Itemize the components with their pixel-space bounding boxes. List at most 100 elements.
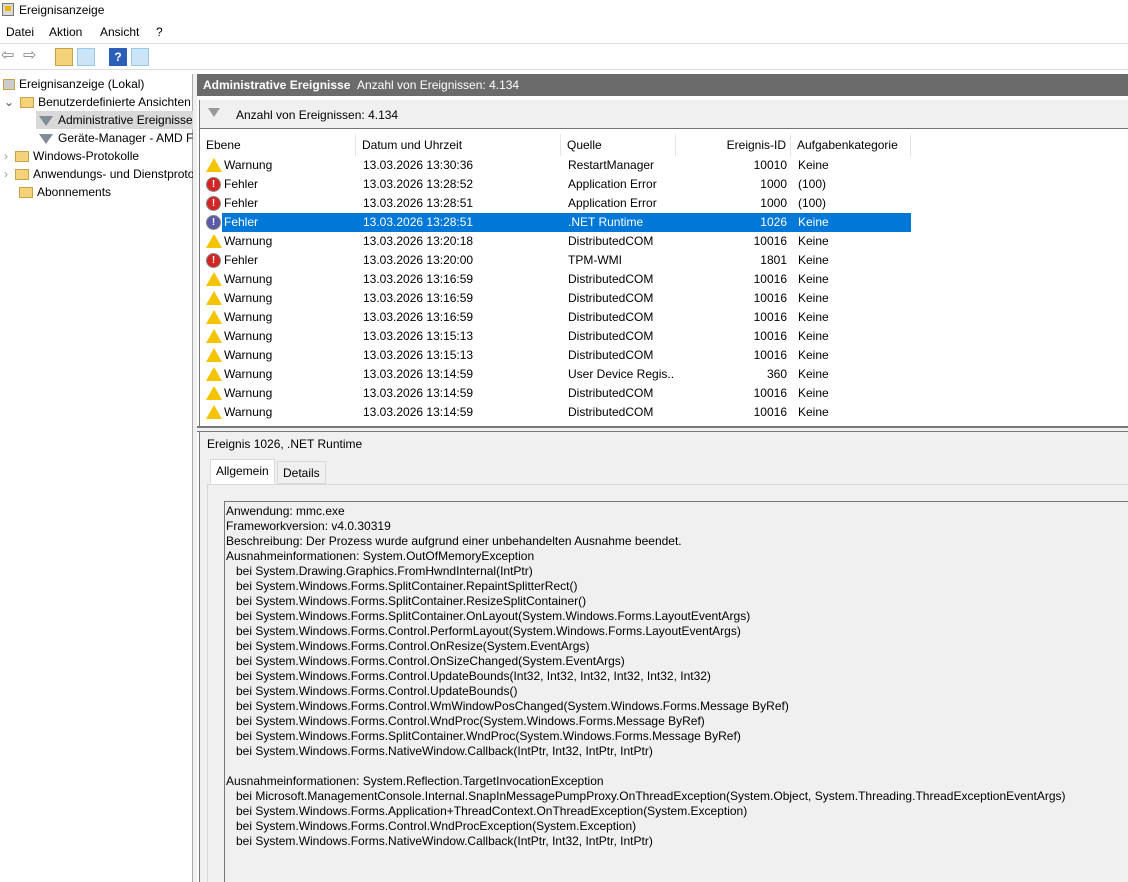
cell-date: 13.03.2026 13:28:51: [363, 215, 474, 229]
cell-date: 13.03.2026 13:30:36: [363, 158, 474, 172]
table-row[interactable]: Warnung 13.03.2026 13:20:18 DistributedCOM…: [200, 232, 911, 251]
tree-item-windows-logs[interactable]: › Windows-Protokolle: [4, 147, 139, 165]
cell-source: DistributedCOM: [568, 234, 654, 248]
help-icon[interactable]: ?: [109, 48, 127, 66]
tree-item-custom-views[interactable]: ⌄ Benutzerdefinierte Ansichten: [4, 93, 191, 111]
table-row[interactable]: Warnung 13.03.2026 13:14:59 DistributedCOM…: [200, 384, 911, 403]
tree-root-label: Ereignisanzeige (Lokal): [19, 77, 145, 91]
up-folder-icon[interactable]: [55, 48, 73, 66]
error-icon: !: [206, 196, 221, 211]
tree-root[interactable]: Ereignisanzeige (Lokal): [3, 75, 144, 93]
folder-icon: [19, 187, 33, 199]
cell-category: Keine: [798, 348, 829, 362]
table-row[interactable]: ! Fehler 13.03.2026 13:28:52 Application Er…: [200, 175, 911, 194]
cell-category: (100): [798, 177, 827, 191]
cell-source: DistributedCOM: [568, 329, 654, 343]
cell-category: Keine: [798, 158, 829, 172]
table-row[interactable]: ! Fehler 13.03.2026 13:20:00 TPM-WMI 1801 Kei…: [200, 251, 911, 270]
cell-source: DistributedCOM: [568, 348, 654, 362]
table-row[interactable]: Warnung 13.03.2026 13:15:13 DistributedCOM…: [200, 346, 911, 365]
cell-source: Application Error: [568, 177, 657, 191]
event-detail-title: Ereignis 1026, .NET Runtime: [207, 437, 363, 451]
forward-icon[interactable]: ⇨: [23, 48, 41, 66]
cell-category: Keine: [798, 253, 829, 267]
table-row[interactable]: Warnung 13.03.2026 13:14:59 DistributedCOM…: [200, 403, 911, 422]
cell-event-id: 10016: [753, 272, 787, 286]
cell-event-id: 10010: [753, 158, 787, 172]
show-hide-tree-icon[interactable]: [77, 48, 95, 66]
cell-date: 13.03.2026 13:20:18: [363, 234, 474, 248]
event-count: Anzahl von Ereignissen: 4.134: [357, 78, 520, 92]
tree-item-subscriptions[interactable]: Abonnements: [19, 183, 111, 201]
menu-ansicht[interactable]: Ansicht: [100, 25, 139, 39]
back-icon[interactable]: ⇦: [1, 48, 19, 66]
tab-allgemein[interactable]: Allgemein: [210, 459, 275, 484]
tree-item-admin-events[interactable]: Administrative Ereignisse: [36, 111, 193, 129]
cell-event-id: 1000: [760, 196, 787, 210]
menu-aktion[interactable]: Aktion: [49, 25, 82, 39]
table-row[interactable]: Warnung 13.03.2026 13:16:59 DistributedCOM…: [200, 289, 911, 308]
column-header-date[interactable]: Datum und Uhrzeit: [356, 134, 561, 156]
cell-category: Keine: [798, 215, 829, 229]
cell-source: DistributedCOM: [568, 310, 654, 324]
cell-level: Warnung: [224, 158, 273, 172]
warning-icon: [206, 291, 222, 305]
cell-level: Warnung: [224, 386, 273, 400]
toolbar: ⇦ ⇨ ?: [0, 43, 1128, 70]
show-hide-action-icon[interactable]: [131, 48, 149, 66]
cell-source: .NET Runtime: [568, 215, 644, 229]
cell-event-id: 10016: [753, 386, 787, 400]
cell-source: DistributedCOM: [568, 291, 654, 305]
menu-help[interactable]: ?: [156, 25, 163, 39]
tree-label: Anwendungs- und Dienstprotokolle: [33, 167, 193, 181]
warning-icon: [206, 310, 222, 324]
cell-date: 13.03.2026 13:16:59: [363, 291, 474, 305]
cell-date: 13.03.2026 13:16:59: [363, 310, 474, 324]
event-description[interactable]: Anwendung: mmc.exe Frameworkversion: v4.…: [224, 501, 1128, 882]
window-title: Ereignisanzeige: [19, 3, 105, 17]
warning-icon: [206, 405, 222, 419]
cell-level: Warnung: [224, 329, 273, 343]
cell-date: 13.03.2026 13:16:59: [363, 272, 474, 286]
tree-item-app-logs[interactable]: › Anwendungs- und Dienstprotokolle: [4, 165, 193, 183]
table-row[interactable]: ! Fehler 13.03.2026 13:28:51 .NET Runtime 10…: [200, 213, 911, 232]
column-header-category[interactable]: Aufgabenkategorie: [791, 134, 911, 156]
folder-icon: [15, 151, 29, 163]
tree-label: Benutzerdefinierte Ansichten: [38, 95, 191, 109]
cell-category: Keine: [798, 329, 829, 343]
cell-level: Warnung: [224, 234, 273, 248]
chevron-right-icon[interactable]: ›: [4, 149, 8, 163]
cell-source: TPM-WMI: [568, 253, 622, 267]
cell-event-id: 10016: [753, 291, 787, 305]
column-header-event-id[interactable]: Ereignis-ID: [676, 134, 791, 156]
cell-category: Keine: [798, 386, 829, 400]
table-row[interactable]: Warnung 13.03.2026 13:14:59 User Device Re…: [200, 365, 911, 384]
cell-date: 13.03.2026 13:15:13: [363, 348, 474, 362]
menu-bar: Datei Aktion Ansicht ?: [0, 20, 1128, 42]
cell-date: 13.03.2026 13:15:13: [363, 329, 474, 343]
cell-source: DistributedCOM: [568, 272, 654, 286]
tab-details[interactable]: Details: [277, 461, 326, 484]
chevron-down-icon[interactable]: ⌄: [4, 95, 14, 109]
column-header-level[interactable]: Ebene: [200, 134, 356, 156]
table-row[interactable]: Warnung 13.03.2026 13:15:13 DistributedCOM…: [200, 327, 911, 346]
cell-event-id: 10016: [753, 405, 787, 419]
warning-icon: [206, 329, 222, 343]
splitter[interactable]: [193, 74, 197, 882]
menu-datei[interactable]: Datei: [6, 25, 34, 39]
warning-icon: [206, 158, 222, 172]
cell-date: 13.03.2026 13:14:59: [363, 386, 474, 400]
cell-source: Application Error: [568, 196, 657, 210]
table-row[interactable]: Warnung 13.03.2026 13:16:59 DistributedCOM…: [200, 308, 911, 327]
cell-event-id: 360: [766, 367, 787, 381]
cell-event-id: 10016: [753, 234, 787, 248]
column-header-source[interactable]: Quelle: [561, 134, 676, 156]
cell-source: RestartManager: [568, 158, 655, 172]
table-row[interactable]: ! Fehler 13.03.2026 13:28:51 Application Er…: [200, 194, 911, 213]
table-row[interactable]: Warnung 13.03.2026 13:30:36 RestartManager…: [200, 156, 911, 175]
tree-item-device-manager[interactable]: Geräte-Manager - AMD F: [39, 129, 193, 147]
folder-icon: [15, 169, 29, 181]
cell-level: Warnung: [224, 367, 273, 381]
chevron-right-icon[interactable]: ›: [4, 167, 8, 181]
table-row[interactable]: Warnung 13.03.2026 13:16:59 DistributedCOM…: [200, 270, 911, 289]
